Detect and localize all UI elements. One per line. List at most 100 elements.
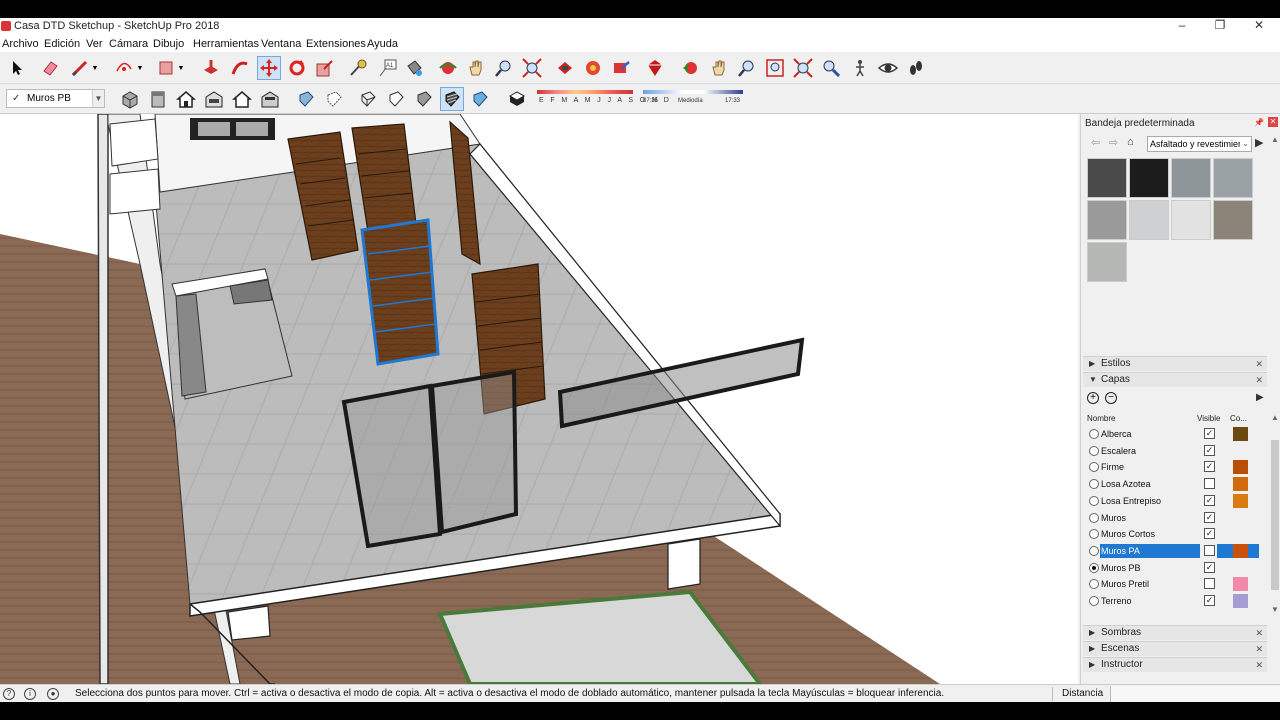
zoom-view-icon[interactable] — [735, 56, 759, 80]
rotate-tool-icon[interactable] — [285, 56, 309, 80]
layer-row[interactable]: Muros PA — [1087, 543, 1259, 559]
layer-visible-checkbox[interactable]: ✓ — [1204, 595, 1215, 606]
eraser-tool-icon[interactable] — [38, 56, 62, 80]
layer-color-swatch[interactable] — [1233, 527, 1248, 541]
layer-row[interactable]: Muros PB ✓ — [1087, 560, 1255, 576]
menu-ver[interactable]: Ver — [86, 38, 103, 50]
active-layer-radio[interactable] — [1089, 579, 1099, 590]
left-view-icon[interactable] — [258, 87, 282, 111]
text-tool-icon[interactable]: A1 — [376, 56, 400, 80]
layer-row[interactable]: Muros Pretil — [1087, 576, 1255, 592]
layers-col-name[interactable]: Nombre — [1087, 414, 1115, 423]
layers-col-color[interactable]: Co... — [1230, 414, 1247, 423]
monochrome-style-icon[interactable] — [468, 87, 492, 111]
layers-col-visible[interactable]: Visible — [1197, 414, 1220, 423]
active-layer-radio[interactable] — [1089, 429, 1099, 439]
layer-visible-checkbox[interactable]: ✓ — [1204, 494, 1215, 506]
materials-select[interactable]: Asfaltado y revestimier ⌄ — [1147, 136, 1252, 152]
home-icon[interactable]: ⌂ — [1127, 136, 1134, 148]
line-tool-dropdown-icon[interactable]: ▼ — [90, 56, 100, 80]
layer-name[interactable]: Losa Azotea — [1100, 477, 1200, 491]
layer-row[interactable]: Muros Cortos ✓ — [1087, 526, 1255, 542]
user-account-icon[interactable]: ● — [47, 688, 59, 700]
credits-icon[interactable]: i — [24, 688, 36, 700]
layer-select[interactable]: ✓ Muros PB ▼ — [6, 89, 105, 108]
layer-color-swatch[interactable] — [1233, 577, 1248, 592]
push-pull-tool-icon[interactable] — [199, 56, 223, 80]
maximize-button[interactable]: ❐ — [1200, 18, 1240, 35]
top-view-icon[interactable] — [146, 87, 170, 111]
active-layer-radio[interactable] — [1089, 445, 1099, 456]
material-swatch[interactable] — [1087, 200, 1127, 240]
layer-color-swatch[interactable] — [1233, 594, 1248, 608]
forward-arrow-icon[interactable]: ⇨ — [1109, 136, 1118, 149]
zoom-tool-icon[interactable] — [492, 56, 516, 80]
layer-color-swatch[interactable] — [1233, 511, 1248, 525]
right-view-icon[interactable] — [202, 87, 226, 111]
pan-tool-icon[interactable] — [464, 56, 488, 80]
paint-bucket-tool-icon[interactable] — [402, 56, 426, 80]
scroll-up-icon[interactable]: ▲ — [1269, 134, 1280, 146]
select-tool-icon[interactable] — [5, 56, 29, 80]
xray-style-icon[interactable] — [294, 87, 318, 111]
back-view-icon[interactable] — [230, 87, 254, 111]
zoom-extents-tool-icon[interactable] — [520, 56, 544, 80]
previous-view-icon[interactable] — [679, 56, 703, 80]
line-tool-icon[interactable] — [68, 56, 92, 80]
active-layer-radio[interactable] — [1089, 596, 1099, 606]
minimize-button[interactable]: – — [1162, 18, 1202, 35]
layer-name[interactable]: Firme — [1100, 460, 1200, 474]
shadow-time-slider[interactable]: 07:35 Mediodía 17:33 — [643, 90, 743, 108]
layer-row[interactable]: Alberca ✓ — [1087, 426, 1255, 442]
orbit-tool-icon[interactable] — [436, 56, 460, 80]
panel-estilos[interactable]: ▶ Estilos ✕ — [1083, 356, 1267, 371]
layer-name[interactable]: Muros PA — [1100, 543, 1200, 558]
chevron-down-icon[interactable]: ▼ — [92, 90, 104, 107]
layer-details-icon[interactable]: ▶ — [1256, 392, 1264, 403]
back-edges-style-icon[interactable] — [322, 87, 346, 111]
scroll-down-icon[interactable]: ▼ — [1269, 604, 1280, 616]
panel-close-icon[interactable]: ✕ — [1255, 626, 1263, 640]
shaded-style-icon[interactable] — [412, 87, 436, 111]
shape-tool-dropdown-icon[interactable]: ▼ — [176, 56, 186, 80]
front-view-icon[interactable] — [174, 87, 198, 111]
scale-tool-icon[interactable] — [313, 56, 337, 80]
panel-capas[interactable]: ▼ Capas ✕ — [1083, 372, 1267, 387]
material-swatch[interactable] — [1129, 158, 1169, 198]
layer-row[interactable]: Muros ✓ — [1087, 510, 1255, 526]
layer-visible-checkbox[interactable]: ✓ — [1204, 561, 1215, 573]
layer-name[interactable]: Terreno — [1100, 594, 1200, 608]
layer-color-swatch[interactable] — [1233, 444, 1248, 458]
layer-visible-checkbox[interactable]: ✓ — [1204, 444, 1215, 456]
active-layer-radio[interactable] — [1089, 495, 1099, 506]
menu-herramientas[interactable]: Herramientas — [193, 38, 259, 50]
shadows-toggle-icon[interactable] — [505, 87, 529, 111]
material-swatch[interactable] — [1129, 200, 1169, 240]
hand-pan-icon[interactable] — [707, 56, 731, 80]
layer-color-swatch[interactable] — [1233, 493, 1248, 508]
active-layer-radio[interactable] — [1089, 529, 1099, 540]
pin-icon[interactable]: 📌 — [1254, 118, 1264, 127]
details-arrow-icon[interactable]: ▶ — [1255, 136, 1263, 149]
layer-visible-checkbox[interactable] — [1204, 544, 1215, 556]
extension-warehouse-icon[interactable] — [643, 56, 667, 80]
add-layer-icon[interactable]: + — [1087, 392, 1099, 404]
move-tool-icon[interactable] — [257, 56, 281, 80]
glass-door-right[interactable] — [429, 369, 519, 535]
panel-close-icon[interactable]: ✕ — [1255, 357, 1263, 371]
active-layer-radio[interactable] — [1089, 562, 1099, 573]
layer-visible-checkbox[interactable] — [1204, 578, 1215, 590]
active-layer-radio[interactable] — [1089, 479, 1099, 490]
footprints-icon[interactable] — [904, 56, 928, 80]
delete-layer-icon[interactable]: − — [1105, 392, 1117, 404]
iso-view-icon[interactable] — [118, 87, 142, 111]
material-swatch[interactable] — [1213, 200, 1253, 240]
menu-ventana[interactable]: Ventana — [261, 38, 301, 50]
layer-visible-checkbox[interactable]: ✓ — [1204, 528, 1215, 540]
back-arrow-icon[interactable]: ⇦ — [1091, 136, 1100, 149]
layer-visible-checkbox[interactable]: ✓ — [1204, 511, 1215, 523]
layer-name[interactable]: Losa Entrepiso — [1100, 494, 1200, 508]
scroll-thumb[interactable] — [1271, 440, 1279, 590]
menu-edicion[interactable]: Edición — [44, 38, 80, 50]
layer-row[interactable]: Losa Azotea — [1087, 476, 1255, 492]
